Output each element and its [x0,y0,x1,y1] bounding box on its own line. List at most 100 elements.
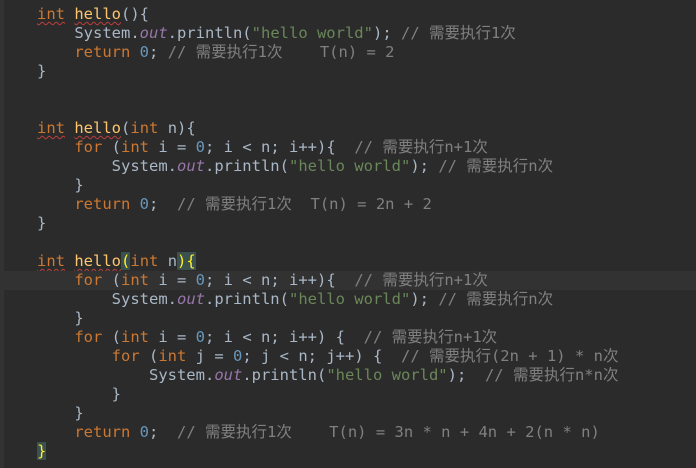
code-token: i = [149,271,196,289]
code-line-content: for (int i = 0; i < n; i++){ // 需要执行n+1次 [37,138,488,157]
code-token: ); [410,157,439,175]
comment-token: // 需要执行n+1次 [363,328,498,346]
code-token: } [37,404,84,422]
number-token: 0 [195,328,206,346]
code-token: ; [149,423,178,441]
code-line[interactable]: int hello(int n){ [0,252,696,271]
code-line-content: for (int i = 0; i < n; i++){ // 需要执行n+1次 [37,271,488,290]
code-line[interactable] [0,100,696,119]
comment-token: // 需要执行1次 T(n) = 3n * n + 4n + 2(n * n) [177,423,600,441]
string-token: "hello world" [251,24,373,42]
code-token: System. [37,24,140,42]
number-token: 0 [195,138,206,156]
comment-token: // 需要执行n+1次 [354,271,488,289]
code-line[interactable] [0,81,696,100]
string-token: "hello world" [326,366,448,384]
code-line-content: } [37,404,84,423]
code-token: } [37,309,84,327]
code-token: n [158,252,178,270]
code-line[interactable]: } [0,214,696,233]
code-line[interactable]: return 0; // 需要执行1次 T(n) = 2n + 2 [0,195,696,214]
code-token: ; j < n; j++) { [242,347,401,365]
keyword-token: int [37,252,65,270]
comment-token: // 需要执行1次 T(n) = 2 [167,43,395,61]
code-token: } [37,385,121,403]
code-token: .println( [204,157,289,175]
code-line-content: } [37,62,46,81]
code-line[interactable]: System.out.println("hello world"); // 需要… [0,24,696,43]
code-token: ; i < n; i++) { [205,328,364,346]
number-token: 0 [233,347,243,365]
keyword-token: int [130,119,159,137]
keyword-token: int [130,252,159,270]
keyword-token: return [74,43,131,61]
code-line[interactable]: int hello(int n){ [0,119,696,138]
code-line[interactable]: for (int i = 0; i < n; i++){ // 需要执行n+1次 [0,271,696,290]
code-token: ( [102,328,121,346]
code-token: ( [139,347,159,365]
code-line[interactable]: for (int i = 0; i < n; i++){ // 需要执行n+1次 [0,138,696,157]
code-token: System. [37,157,177,175]
code-token: } [37,214,47,232]
code-token: j = [186,347,233,365]
keyword-token: for [74,271,103,289]
field-token: out [139,24,168,42]
code-token: .println( [167,24,252,42]
code-line[interactable]: return 0; // 需要执行1次 T(n) = 2 [0,43,696,62]
code-line[interactable]: int hello(){ [0,5,696,24]
code-token: } [37,62,47,80]
keyword-token: int [158,347,187,365]
code-token: ( [102,271,121,289]
code-line[interactable]: System.out.println("hello world"); // 需要… [0,157,696,176]
code-line[interactable]: } [0,404,696,423]
code-line-content: System.out.println("hello world"); // 需要… [37,290,554,309]
code-line[interactable]: System.out.println("hello world"); // 需要… [0,290,696,309]
function-name-token: hello [74,119,122,137]
code-token: ( [121,119,131,137]
code-line[interactable]: return 0; // 需要执行1次 T(n) = 3n * n + 4n +… [0,423,696,442]
code-editor[interactable]: int hello(){ System.out.println("hello w… [0,0,696,468]
code-line-content: System.out.println("hello world"); // 需要… [37,366,619,385]
code-line[interactable]: System.out.println("hello world"); // 需要… [0,366,696,385]
code-line[interactable]: } [0,176,696,195]
number-token: 0 [139,423,150,441]
code-token: .println( [204,290,289,308]
code-line[interactable]: } [0,309,696,328]
code-token: System. [37,290,177,308]
code-line-content: int hello(int n){ [37,119,196,138]
keyword-token: int [121,271,149,289]
code-line[interactable]: } [0,385,696,404]
code-token: System. [37,366,215,384]
comment-token: // 需要执行n*n次 [484,366,619,384]
code-line-content: System.out.println("hello world"); // 需要… [37,157,554,176]
code-line[interactable]: for (int j = 0; j < n; j++) { // 需要执行(2n… [0,347,696,366]
code-line-content: } [37,442,47,461]
comment-token: // 需要执行1次 [400,24,516,42]
code-line[interactable]: } [0,62,696,81]
code-line-content: for (int i = 0; i < n; i++) { // 需要执行n+1… [37,328,497,347]
code-line[interactable]: } [0,442,696,461]
code-line-content: } [37,176,83,195]
code-line-content: int hello(){ [37,5,149,24]
comment-token: // 需要执行n次 [438,157,554,175]
matched-brace-token: ( [121,252,131,270]
comment-token: // 需要执行1次 T(n) = 2n + 2 [177,195,432,213]
code-line[interactable]: for (int i = 0; i < n; i++) { // 需要执行n+1… [0,328,696,347]
comment-token: // 需要执行(2n + 1) * n次 [400,347,619,365]
keyword-token: for [74,328,103,346]
code-token: ; [149,195,178,213]
keyword-token: int [37,119,65,137]
code-token: .println( [242,366,327,384]
string-token: "hello world" [288,157,411,175]
code-line[interactable] [0,233,696,252]
function-name-token: hello [74,5,122,23]
field-token: out [176,290,205,308]
field-token: out [214,366,243,384]
